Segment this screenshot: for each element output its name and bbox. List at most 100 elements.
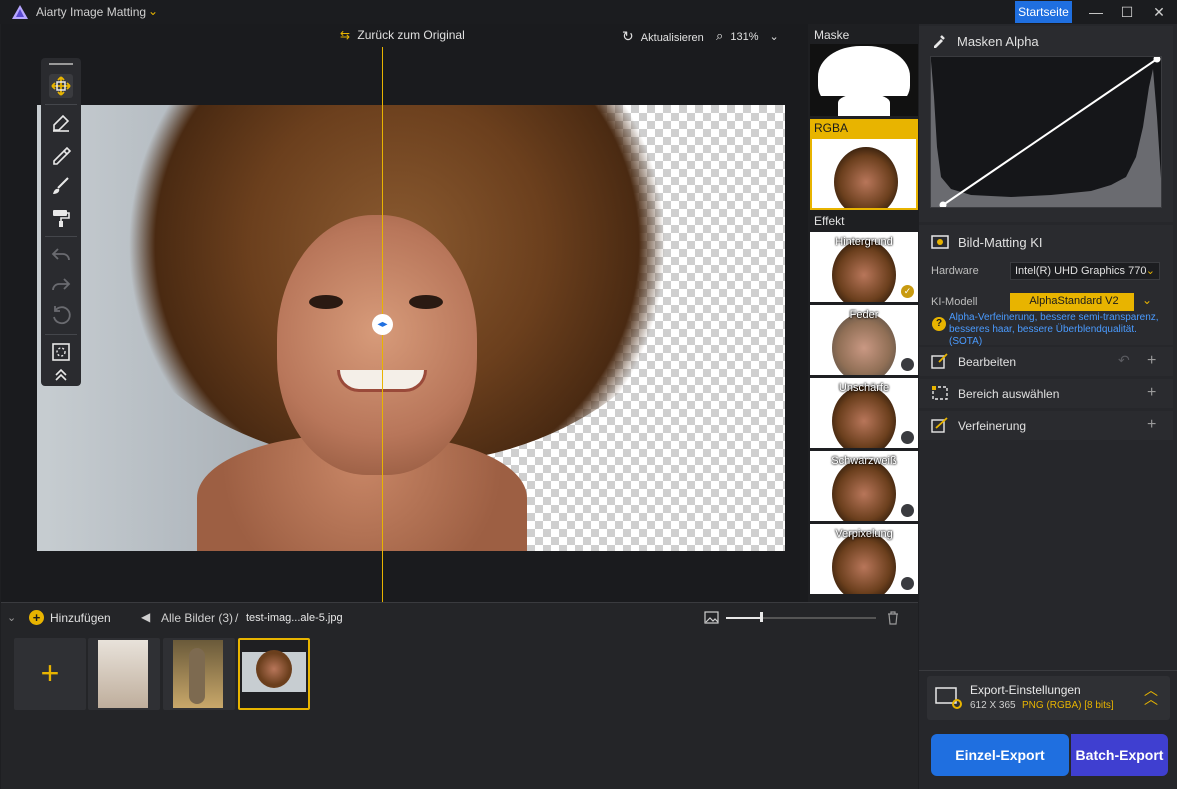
fit-screen-icon[interactable]: [49, 340, 73, 364]
title-bar: [0, 0, 1177, 24]
collapse-up-icon[interactable]: [49, 366, 73, 382]
all-images-link[interactable]: Alle Bilder (3): [161, 611, 233, 625]
image-thumbnail[interactable]: [88, 638, 160, 710]
undo-icon[interactable]: [49, 242, 73, 266]
back-to-original-label: Zurück zum Original: [357, 28, 465, 42]
expand-up-icon[interactable]: ︿ ︿: [1144, 683, 1158, 706]
trash-icon[interactable]: [886, 611, 900, 625]
chevron-down-icon: ⌄: [769, 31, 779, 43]
model-description: Alpha-Verfeinerung, bessere semi-transpa…: [949, 312, 1159, 347]
add-image-tile[interactable]: +: [14, 638, 86, 710]
maximize-icon[interactable]: ☐: [1114, 2, 1140, 22]
effect-background-label: Hintergrund: [835, 236, 893, 248]
mask-alpha-title: Masken Alpha: [957, 34, 1039, 49]
breadcrumb-separator: /: [235, 611, 239, 625]
toolbar-divider: [45, 104, 77, 105]
paint-brush-icon[interactable]: [49, 174, 73, 198]
effect-label: Effekt: [814, 214, 845, 228]
dropper-icon: [934, 35, 945, 48]
edit-label: Bearbeiten: [958, 355, 1017, 369]
export-settings-icon: [935, 687, 962, 709]
export-size: 612 X 365: [970, 700, 1016, 711]
export-settings[interactable]: Export-Einstellungen 612 X 365 PNG (RGBA…: [927, 676, 1170, 720]
redo-icon[interactable]: [49, 272, 73, 296]
hardware-select[interactable]: Intel(R) UHD Graphics 770 ⌄: [1010, 262, 1160, 280]
reset-icon[interactable]: [49, 303, 73, 327]
image-size-icon: [704, 611, 719, 624]
matting-title: Bild-Matting KI: [958, 235, 1043, 250]
undo-icon[interactable]: ↶: [1118, 352, 1130, 369]
zoom-value: 131%: [730, 31, 759, 43]
batch-export-button[interactable]: Batch-Export: [1071, 734, 1168, 776]
drag-grip-icon[interactable]: [49, 63, 73, 65]
effect-background[interactable]: Hintergrund ✓: [810, 232, 918, 302]
effect-feather-label: Feder: [849, 309, 879, 321]
effect-grayscale-label: Schwarzweiß: [831, 455, 897, 467]
effect-feather[interactable]: Feder: [810, 305, 918, 375]
add-images-button[interactable]: Hinzufügen: [50, 611, 111, 625]
plus-icon: +: [40, 655, 60, 691]
help-icon[interactable]: ?: [932, 317, 946, 331]
image-thumbnail-selected[interactable]: [238, 638, 310, 710]
eraser-icon[interactable]: [49, 110, 73, 134]
collapse-down-icon[interactable]: ⌄: [7, 611, 16, 624]
rgba-thumbnail[interactable]: [810, 137, 918, 210]
start-button[interactable]: Startseite: [1015, 1, 1072, 23]
slider-handle[interactable]: [760, 612, 763, 622]
radio-icon: [901, 504, 914, 517]
swap-icon: ⇆: [340, 28, 351, 42]
radio-icon: [901, 358, 914, 371]
app-logo-icon: [12, 5, 28, 19]
single-export-button[interactable]: Einzel-Export: [931, 734, 1069, 776]
hardware-label: Hardware: [931, 265, 979, 277]
subject-eye: [309, 295, 343, 309]
export-settings-title: Export-Einstellungen: [970, 683, 1081, 697]
current-file-name: test-imag...ale-5.jpg: [246, 612, 343, 624]
toolbar-divider: [45, 334, 77, 335]
chevron-down-icon[interactable]: ⌄: [1142, 293, 1152, 307]
toolbar-divider: [45, 236, 77, 237]
effect-pixelate[interactable]: Verpixelung: [810, 524, 918, 594]
alpha-histogram: [931, 57, 1161, 207]
zoom-control[interactable]: ⌕ 131% ⌄: [716, 28, 779, 44]
image-canvas[interactable]: [37, 105, 785, 551]
refinement-label: Verfeinerung: [958, 419, 1027, 433]
subject-eye: [409, 295, 443, 309]
alpha-curve-graph[interactable]: [930, 56, 1162, 208]
brush-icon[interactable]: [49, 142, 73, 166]
refresh-button[interactable]: ↻ Aktualisieren: [622, 28, 704, 45]
compare-split-handle[interactable]: ◂▸: [372, 314, 393, 335]
add-icon[interactable]: +: [1147, 416, 1156, 434]
roller-icon[interactable]: [49, 206, 73, 230]
select-area-label: Bereich auswählen: [958, 387, 1060, 401]
hardware-value: Intel(R) UHD Graphics 770: [1015, 265, 1147, 277]
move-tool-icon[interactable]: [49, 74, 73, 98]
refinement-icon: [931, 417, 948, 433]
close-icon[interactable]: ✕: [1146, 2, 1172, 22]
chevron-down-icon: ⌄: [1145, 265, 1155, 277]
export-format: PNG (RGBA) [8 bits]: [1022, 700, 1114, 711]
image-thumbnail[interactable]: [163, 638, 235, 710]
panel-divider: [919, 670, 1177, 671]
radio-icon: [901, 577, 914, 590]
add-icon[interactable]: +: [29, 610, 44, 625]
effect-grayscale[interactable]: Schwarzweiß: [810, 451, 918, 521]
subject-face: [277, 215, 477, 475]
chevron-down-icon[interactable]: ⌄: [148, 4, 158, 18]
minimize-icon[interactable]: —: [1083, 2, 1109, 22]
back-arrow-icon[interactable]: ◀: [141, 610, 150, 624]
radio-icon: [901, 431, 914, 444]
add-icon[interactable]: +: [1147, 352, 1156, 370]
effect-blur[interactable]: Unschärfe: [810, 378, 918, 448]
edit-icon: [931, 353, 948, 369]
back-to-original-button[interactable]: ⇆ Zurück zum Original: [340, 28, 465, 42]
mask-label: Maske: [814, 28, 850, 42]
mask-thumbnail[interactable]: [810, 44, 918, 116]
rgba-label[interactable]: RGBA: [810, 119, 918, 137]
model-select[interactable]: AlphaStandard V2: [1010, 293, 1134, 311]
slider-fill: [726, 617, 762, 619]
zoom-icon: ⌕: [716, 28, 724, 43]
tool-palette: [41, 58, 81, 386]
add-icon[interactable]: +: [1147, 384, 1156, 402]
model-label: KI-Modell: [931, 296, 978, 308]
